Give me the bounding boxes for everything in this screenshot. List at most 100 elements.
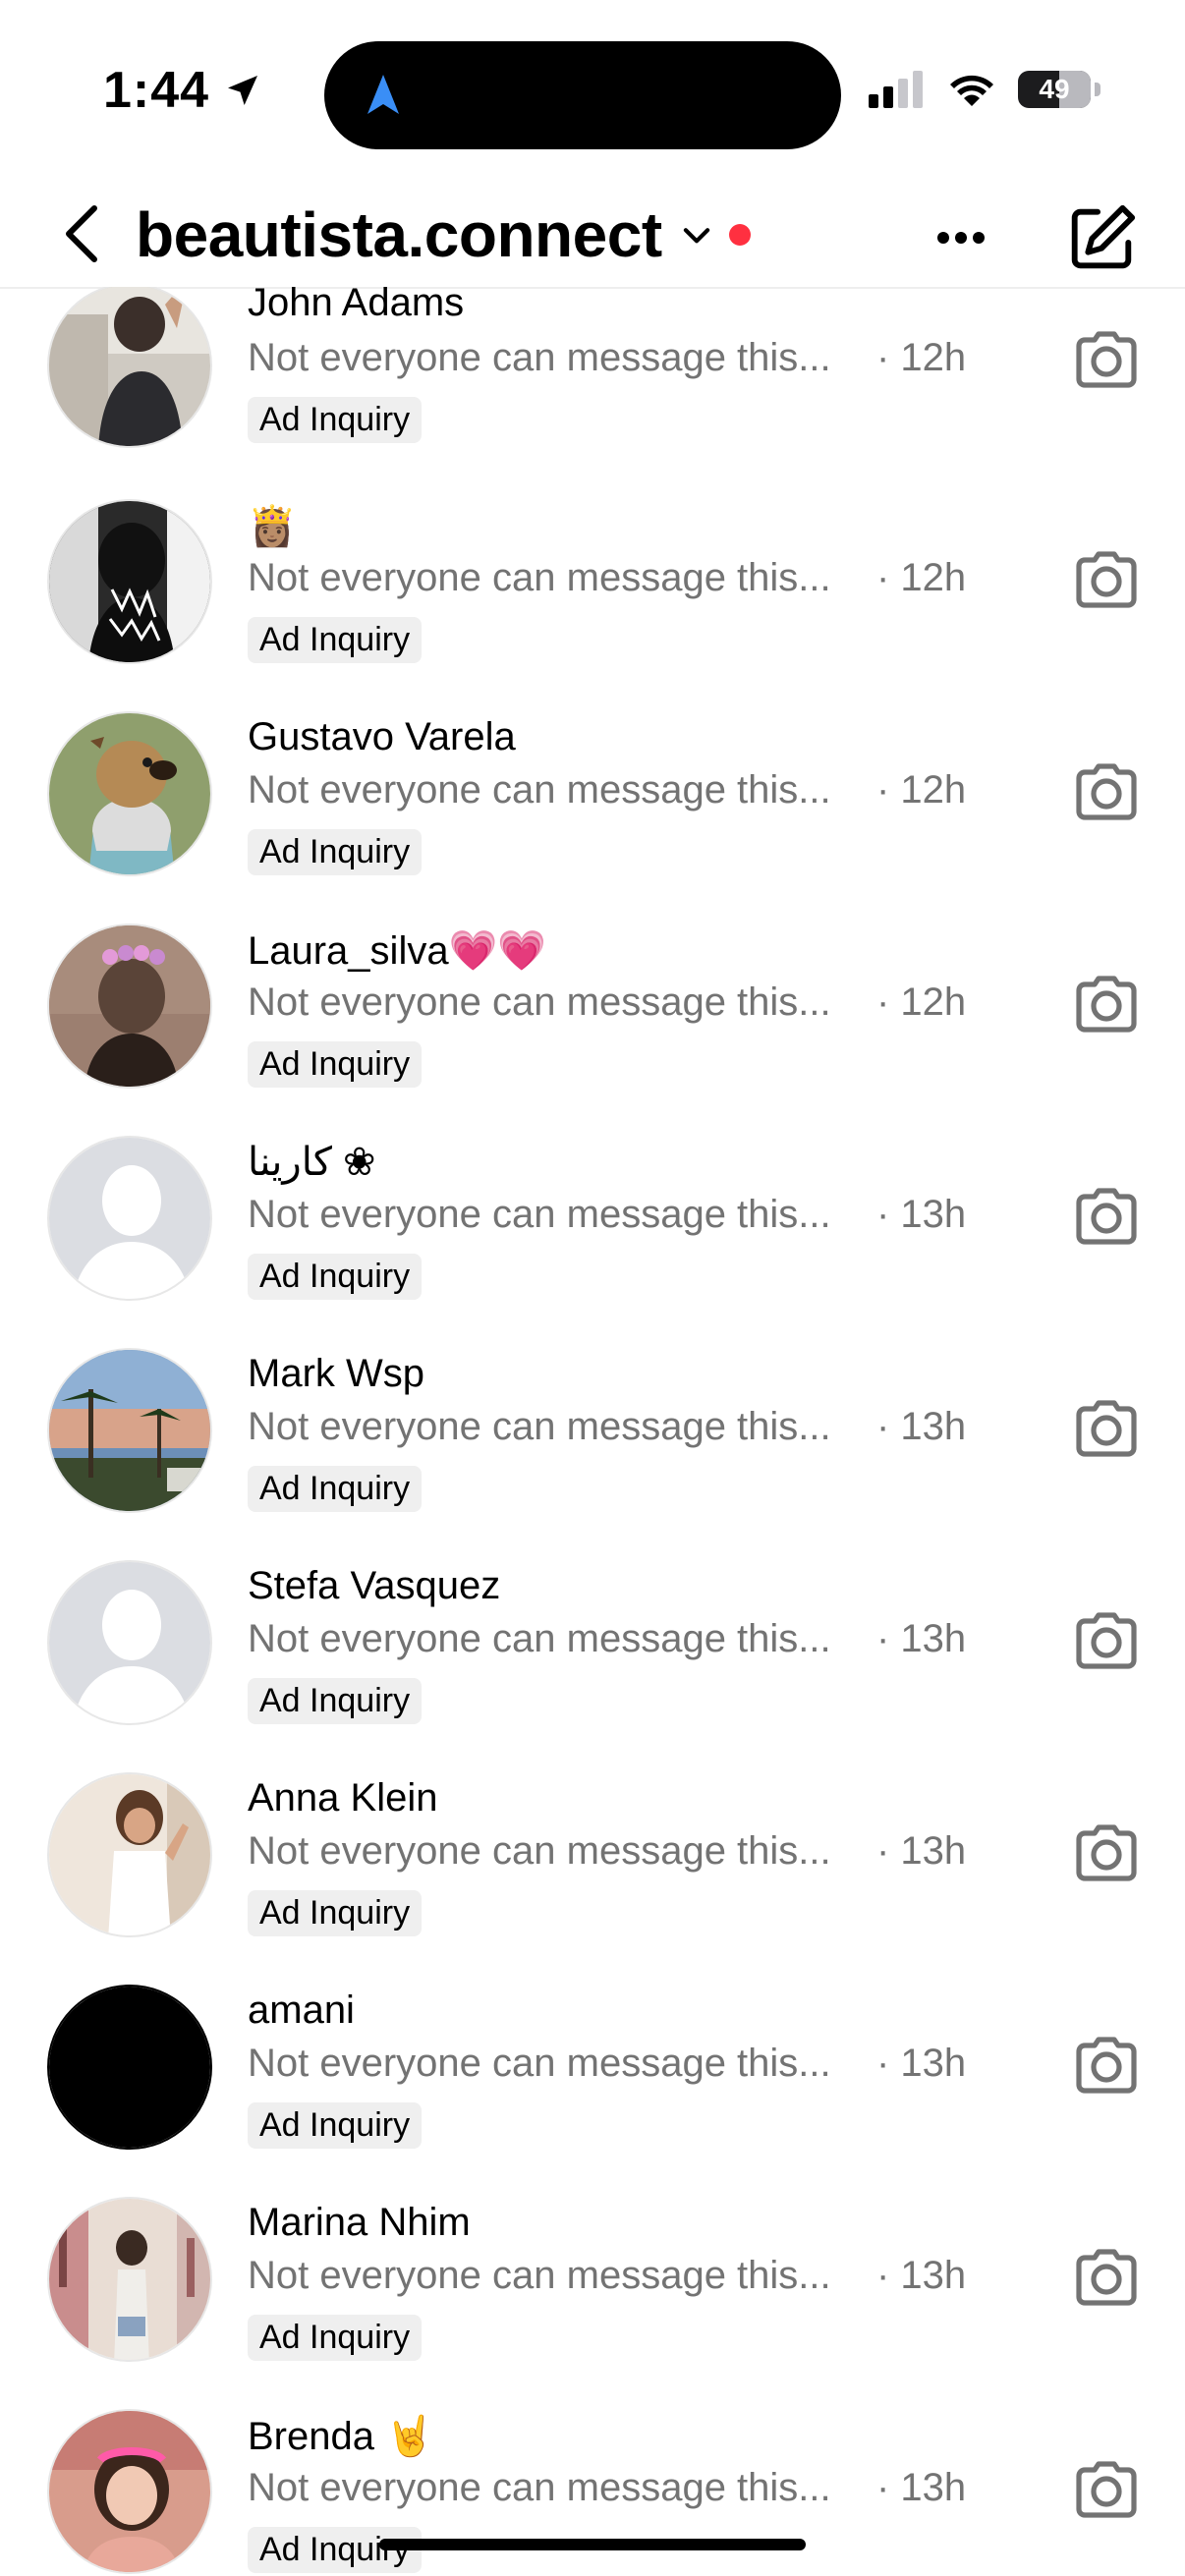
avatar[interactable] xyxy=(47,2409,212,2574)
thread-row[interactable]: Laura_silva💗💗 Not everyone can message t… xyxy=(0,924,1185,1136)
preview-text: Not everyone can message this... xyxy=(248,980,831,1024)
clock: 1:44 xyxy=(103,62,210,119)
camera-button[interactable] xyxy=(1071,1605,1142,1676)
thread-preview: Not everyone can message this... · 12h xyxy=(248,556,994,600)
status-time: 1:44 xyxy=(103,61,262,120)
camera-button[interactable] xyxy=(1071,2030,1142,2100)
thread-name: Mark Wsp xyxy=(248,1352,424,1395)
thread-preview: Not everyone can message this... · 13h xyxy=(248,1193,994,1237)
battery-level: 49 xyxy=(1039,74,1070,104)
avatar[interactable] xyxy=(47,924,212,1089)
thread-preview: Not everyone can message this... · 13h xyxy=(248,2042,994,2086)
chevron-down-icon xyxy=(683,228,709,244)
ad-inquiry-tag: Ad Inquiry xyxy=(248,2102,423,2149)
thread-time: · 13h xyxy=(876,2254,967,2297)
compose-button[interactable] xyxy=(1063,200,1140,277)
location-arrow-icon xyxy=(228,76,258,105)
thread-row[interactable]: John Adams Not everyone can message this… xyxy=(0,287,1185,499)
preview-text: Not everyone can message this... xyxy=(248,1193,831,1236)
inbox-header: beautista.connect xyxy=(0,177,1185,289)
thread-name: Anna Klein xyxy=(248,1776,438,1820)
thread-preview: Not everyone can message this... · 12h xyxy=(248,768,994,812)
camera-button[interactable] xyxy=(1071,544,1142,615)
thread-preview: Not everyone can message this... · 12h xyxy=(248,336,994,380)
avatar[interactable] xyxy=(47,1560,212,1725)
avatar[interactable] xyxy=(47,1348,212,1513)
ad-inquiry-tag: Ad Inquiry xyxy=(248,397,423,443)
camera-button[interactable] xyxy=(1071,1181,1142,1252)
thread-row[interactable]: Gustavo Varela Not everyone can message … xyxy=(0,711,1185,924)
thread-name: Marina Nhim xyxy=(248,2201,471,2244)
thread-time: · 13h xyxy=(876,1829,967,1873)
home-indicator[interactable] xyxy=(379,2539,806,2550)
preview-text: Not everyone can message this... xyxy=(248,2042,831,2085)
preview-text: Not everyone can message this... xyxy=(248,556,831,599)
status-indicators: 49 xyxy=(869,71,1100,108)
thread-preview: Not everyone can message this... · 12h xyxy=(248,980,994,1025)
thread-row[interactable]: Brenda 🤘 Not everyone can message this..… xyxy=(0,2409,1185,2576)
preview-text: Not everyone can message this... xyxy=(248,1617,831,1660)
preview-text: Not everyone can message this... xyxy=(248,1405,831,1448)
camera-button[interactable] xyxy=(1071,756,1142,827)
ad-inquiry-tag: Ad Inquiry xyxy=(248,1890,423,1936)
thread-name: Gustavo Varela xyxy=(248,715,516,758)
avatar[interactable] xyxy=(47,2197,212,2362)
preview-text: Not everyone can message this... xyxy=(248,2466,831,2509)
thread-name: Laura_silva💗💗 xyxy=(248,929,547,973)
thread-time: · 13h xyxy=(876,2042,967,2085)
ad-inquiry-tag: Ad Inquiry xyxy=(248,1254,423,1300)
ad-inquiry-tag: Ad Inquiry xyxy=(248,1466,423,1512)
thread-time: · 13h xyxy=(876,2466,967,2509)
camera-button[interactable] xyxy=(1071,324,1142,395)
camera-button[interactable] xyxy=(1071,2454,1142,2525)
avatar[interactable] xyxy=(47,1985,212,2150)
thread-name: Brenda 🤘 xyxy=(248,2415,434,2458)
thread-time: · 12h xyxy=(876,556,967,599)
avatar[interactable] xyxy=(47,499,212,664)
thread-time: · 12h xyxy=(876,980,967,1024)
ad-inquiry-tag: Ad Inquiry xyxy=(248,829,423,875)
thread-row[interactable]: Stefa Vasquez Not everyone can message t… xyxy=(0,1560,1185,1772)
camera-button[interactable] xyxy=(1071,1818,1142,1888)
account-title: beautista.connect xyxy=(136,199,662,270)
avatar[interactable] xyxy=(47,287,212,448)
preview-text: Not everyone can message this... xyxy=(248,336,831,379)
thread-row[interactable]: كارينا ❀ Not everyone can message this..… xyxy=(0,1136,1185,1348)
thread-preview: Not everyone can message this... · 13h xyxy=(248,2254,994,2298)
thread-row[interactable]: amani Not everyone can message this... ·… xyxy=(0,1985,1185,2197)
message-thread-list[interactable]: John Adams Not everyone can message this… xyxy=(0,287,1185,2576)
battery-icon: 49 xyxy=(1018,71,1091,108)
avatar[interactable] xyxy=(47,1772,212,1937)
account-switcher[interactable]: beautista.connect xyxy=(136,198,751,271)
ad-inquiry-tag: Ad Inquiry xyxy=(248,2315,423,2361)
thread-row[interactable]: 👸🏽 Not everyone can message this... · 12… xyxy=(0,499,1185,711)
navigation-app-icon xyxy=(367,75,399,114)
back-button[interactable] xyxy=(55,202,114,265)
more-options-button[interactable] xyxy=(930,206,992,269)
preview-text: Not everyone can message this... xyxy=(248,1829,831,1873)
thread-row[interactable]: Anna Klein Not everyone can message this… xyxy=(0,1772,1185,1985)
dynamic-island xyxy=(324,41,841,149)
battery-tip xyxy=(1095,83,1100,96)
camera-button[interactable] xyxy=(1071,2242,1142,2313)
cellular-signal-icon xyxy=(869,71,923,108)
thread-time: · 12h xyxy=(876,336,967,379)
thread-name: 👸🏽 xyxy=(248,505,297,548)
thread-preview: Not everyone can message this... · 13h xyxy=(248,1405,994,1449)
thread-time: · 12h xyxy=(876,768,967,812)
camera-button[interactable] xyxy=(1071,1393,1142,1464)
thread-row[interactable]: Marina Nhim Not everyone can message thi… xyxy=(0,2197,1185,2409)
notification-dot xyxy=(728,224,751,246)
ad-inquiry-tag: Ad Inquiry xyxy=(248,1041,423,1088)
thread-preview: Not everyone can message this... · 13h xyxy=(248,1617,994,1661)
thread-time: · 13h xyxy=(876,1617,967,1660)
thread-name: كارينا ❀ xyxy=(248,1141,376,1184)
thread-row[interactable]: Mark Wsp Not everyone can message this..… xyxy=(0,1348,1185,1560)
thread-time: · 13h xyxy=(876,1405,967,1448)
ad-inquiry-tag: Ad Inquiry xyxy=(248,617,423,663)
preview-text: Not everyone can message this... xyxy=(248,768,831,812)
avatar[interactable] xyxy=(47,711,212,876)
avatar[interactable] xyxy=(47,1136,212,1301)
preview-text: Not everyone can message this... xyxy=(248,2254,831,2297)
camera-button[interactable] xyxy=(1071,969,1142,1039)
